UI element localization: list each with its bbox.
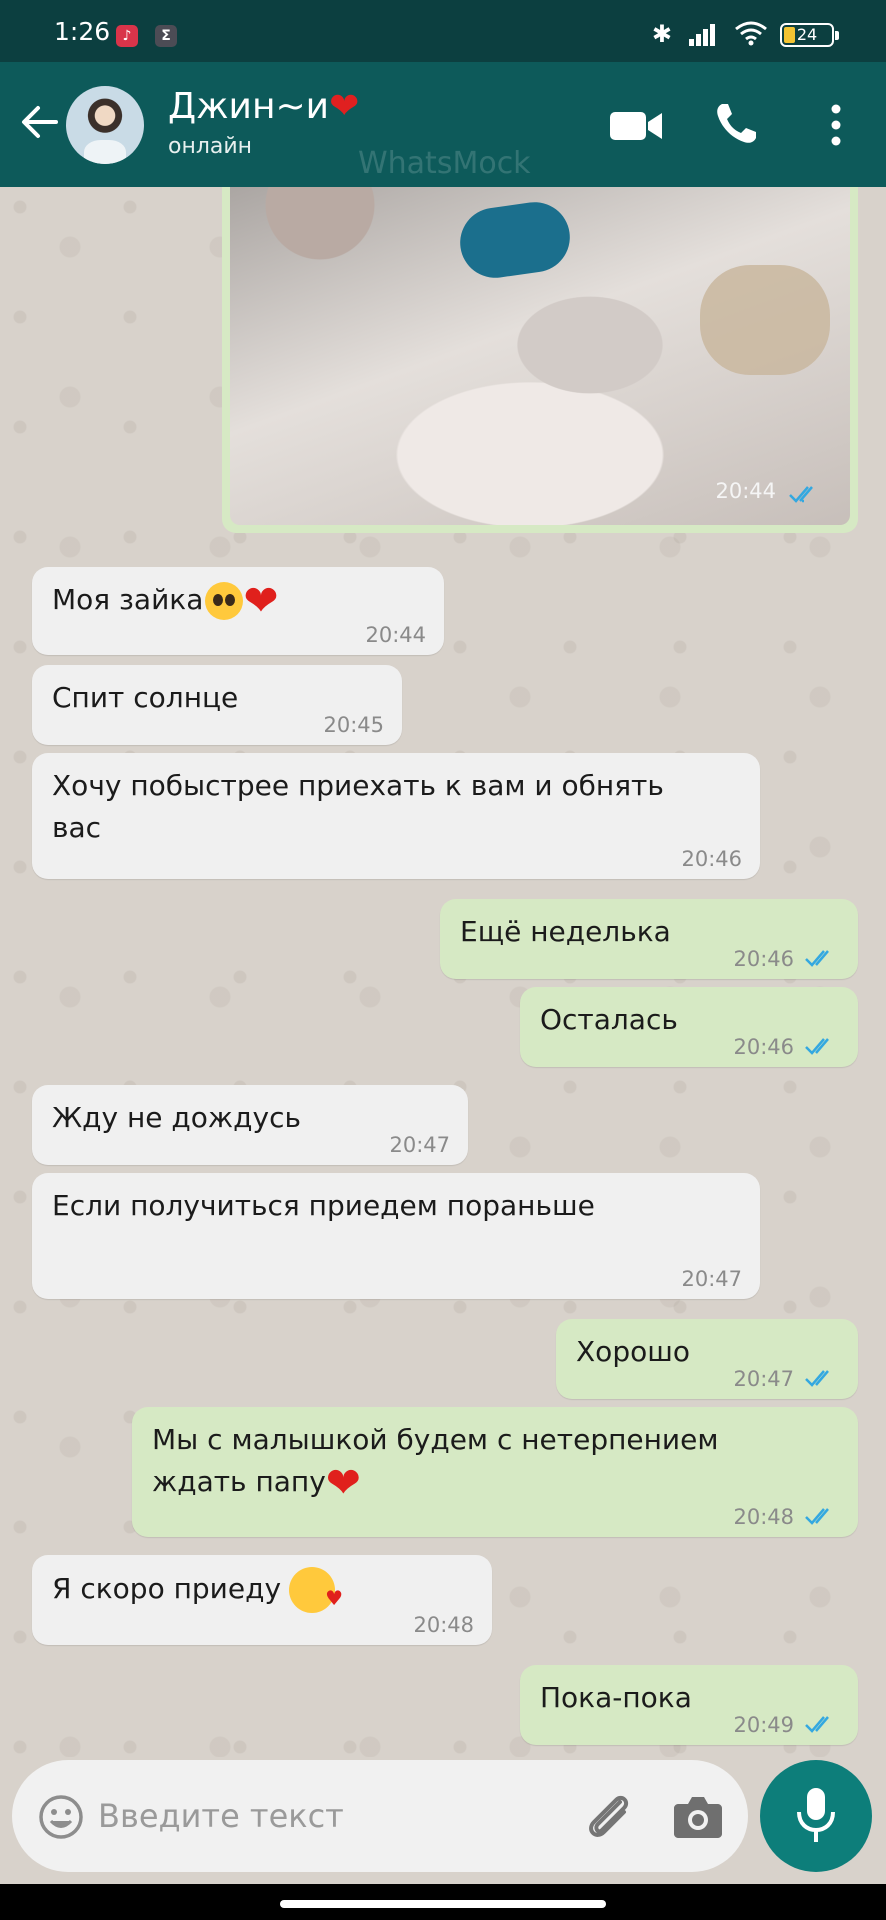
message-time: 20:44 — [365, 623, 426, 647]
message-time: 20:46 — [681, 847, 742, 871]
message-time: 20:44 — [715, 479, 776, 503]
incoming-message[interactable]: Жду не дождусь 20:47 — [32, 1085, 468, 1165]
incoming-message[interactable]: Моя зайка ❤ 20:44 — [32, 567, 444, 655]
message-time: 20:48 — [733, 1505, 794, 1529]
message-input[interactable] — [98, 1790, 498, 1842]
avatar[interactable] — [66, 86, 144, 164]
incoming-message[interactable]: Хочу побыстрее приехать к вам и обнять в… — [32, 753, 760, 879]
read-ticks-icon — [805, 950, 829, 967]
incoming-message[interactable]: Спит солнце 20:45 — [32, 665, 402, 745]
photo-message[interactable]: 20:44 — [222, 187, 858, 533]
outgoing-message[interactable]: Пока-пока 20:49 — [520, 1665, 858, 1745]
message-time: 20:45 — [323, 713, 384, 737]
outgoing-message[interactable]: Ещё неделька 20:46 — [440, 899, 858, 979]
music-notification-icon: ♪ — [116, 25, 138, 47]
gesture-handle[interactable] — [280, 1900, 606, 1908]
read-ticks-icon — [805, 1508, 829, 1525]
message-time: 20:47 — [733, 1367, 794, 1391]
heart-emoji: ❤ — [329, 86, 360, 127]
phone-icon[interactable] — [712, 100, 760, 148]
back-arrow-icon[interactable] — [18, 100, 62, 144]
red-heart-emoji: ❤ — [243, 576, 279, 625]
message-text-line: Мы с малышкой будем с нетерпением — [152, 1423, 719, 1456]
battery-icon: 24 — [780, 23, 839, 47]
signal-icon — [689, 24, 715, 46]
battery-level: 24 — [796, 25, 818, 44]
pleading-face-emoji — [205, 582, 244, 620]
more-vert-icon[interactable] — [822, 100, 850, 150]
message-text: Ещё неделька — [460, 915, 671, 948]
message-text: Пока-пока — [540, 1681, 692, 1714]
red-heart-emoji: ❤ — [325, 1458, 361, 1507]
message-time: 20:48 — [413, 1613, 474, 1637]
microphone-icon — [797, 1788, 835, 1842]
incoming-message[interactable]: Если получиться приедем пораньше 20:47 — [32, 1173, 760, 1299]
message-time: 20:46 — [733, 1035, 794, 1059]
message-time: 20:47 — [389, 1133, 450, 1157]
bluetooth-icon: ✱ — [651, 20, 672, 48]
read-ticks-icon — [805, 1038, 829, 1055]
sum-notification-icon: Σ — [155, 25, 177, 47]
message-text: Моя зайка — [52, 583, 204, 616]
kissing-face-emoji — [289, 1567, 343, 1619]
message-text: Хорошо — [576, 1335, 690, 1368]
contact-name[interactable]: Джин~и❤ — [168, 86, 359, 127]
message-time: 20:47 — [681, 1267, 742, 1291]
outgoing-message[interactable]: Мы с малышкой будем с нетерпением ждать … — [132, 1407, 858, 1537]
emoji-icon[interactable] — [38, 1794, 84, 1840]
message-time: 20:49 — [733, 1713, 794, 1737]
wifi-icon — [735, 21, 767, 46]
read-ticks-icon — [789, 486, 813, 503]
status-bar: 1:26 ♪ Σ ✱ 24 — [0, 0, 886, 62]
baby-photo[interactable]: 20:44 — [230, 187, 850, 525]
message-text-line: вас — [52, 811, 102, 844]
paperclip-icon[interactable] — [580, 1788, 640, 1846]
camera-icon[interactable] — [672, 1792, 724, 1840]
status-time: 1:26 — [54, 17, 111, 46]
message-text: Жду не дождусь — [52, 1101, 301, 1134]
video-camera-icon[interactable] — [608, 106, 664, 146]
incoming-message[interactable]: Я скоро приеду 20:48 — [32, 1555, 492, 1645]
message-text-line: ждать папу — [152, 1465, 326, 1498]
contact-name-text: Джин~и — [168, 86, 330, 127]
microphone-button[interactable] — [760, 1760, 872, 1872]
outgoing-message[interactable]: Хорошо 20:47 — [556, 1319, 858, 1399]
message-text: Спит солнце — [52, 681, 239, 714]
message-text: Если получиться приедем пораньше — [52, 1189, 595, 1222]
message-text-line: Хочу побыстрее приехать к вам и обнять — [52, 769, 664, 802]
watermark: WhatsMock — [358, 146, 531, 181]
message-time: 20:46 — [733, 947, 794, 971]
contact-status: онлайн — [168, 134, 253, 159]
message-text: Осталась — [540, 1003, 678, 1036]
chat-messages[interactable]: 20:44 Моя зайка ❤ 20:44 Спит солнце 20:45… — [0, 187, 886, 1757]
chat-header: Джин~и❤ онлайн WhatsMock — [0, 62, 886, 187]
outgoing-message[interactable]: Осталась 20:46 — [520, 987, 858, 1067]
message-text: Я скоро приеду — [52, 1572, 282, 1605]
navigation-gesture-bar — [0, 1884, 886, 1920]
read-ticks-icon — [805, 1370, 829, 1387]
message-composer — [12, 1760, 748, 1872]
read-ticks-icon — [805, 1716, 829, 1733]
